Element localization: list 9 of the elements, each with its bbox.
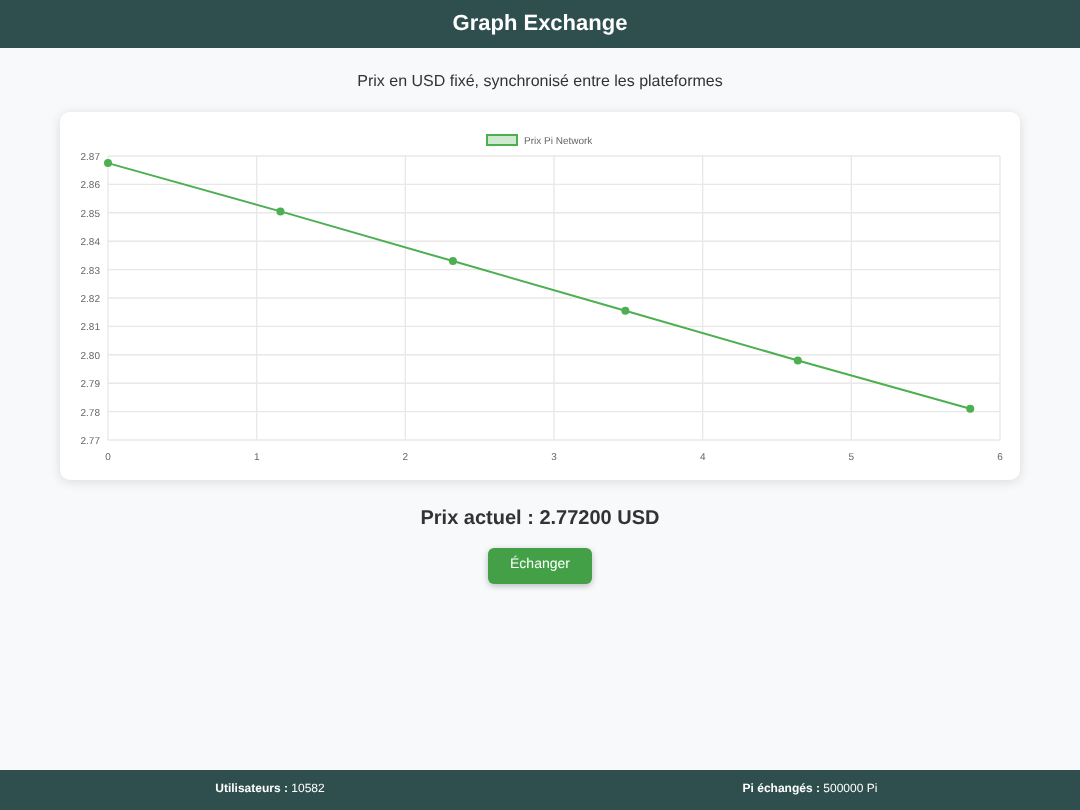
data-point (448, 257, 457, 266)
app-title: Graph Exchange (452, 9, 628, 40)
subtitle: Prix en USD fixé, synchronisé entre les plateformes (357, 70, 723, 94)
data-point (793, 356, 802, 365)
data-point (966, 404, 975, 413)
data-point (104, 159, 112, 168)
current-price: Prix actuel : 2.77200 USD (420, 506, 660, 534)
data-point (276, 207, 285, 216)
data-point (621, 306, 630, 315)
